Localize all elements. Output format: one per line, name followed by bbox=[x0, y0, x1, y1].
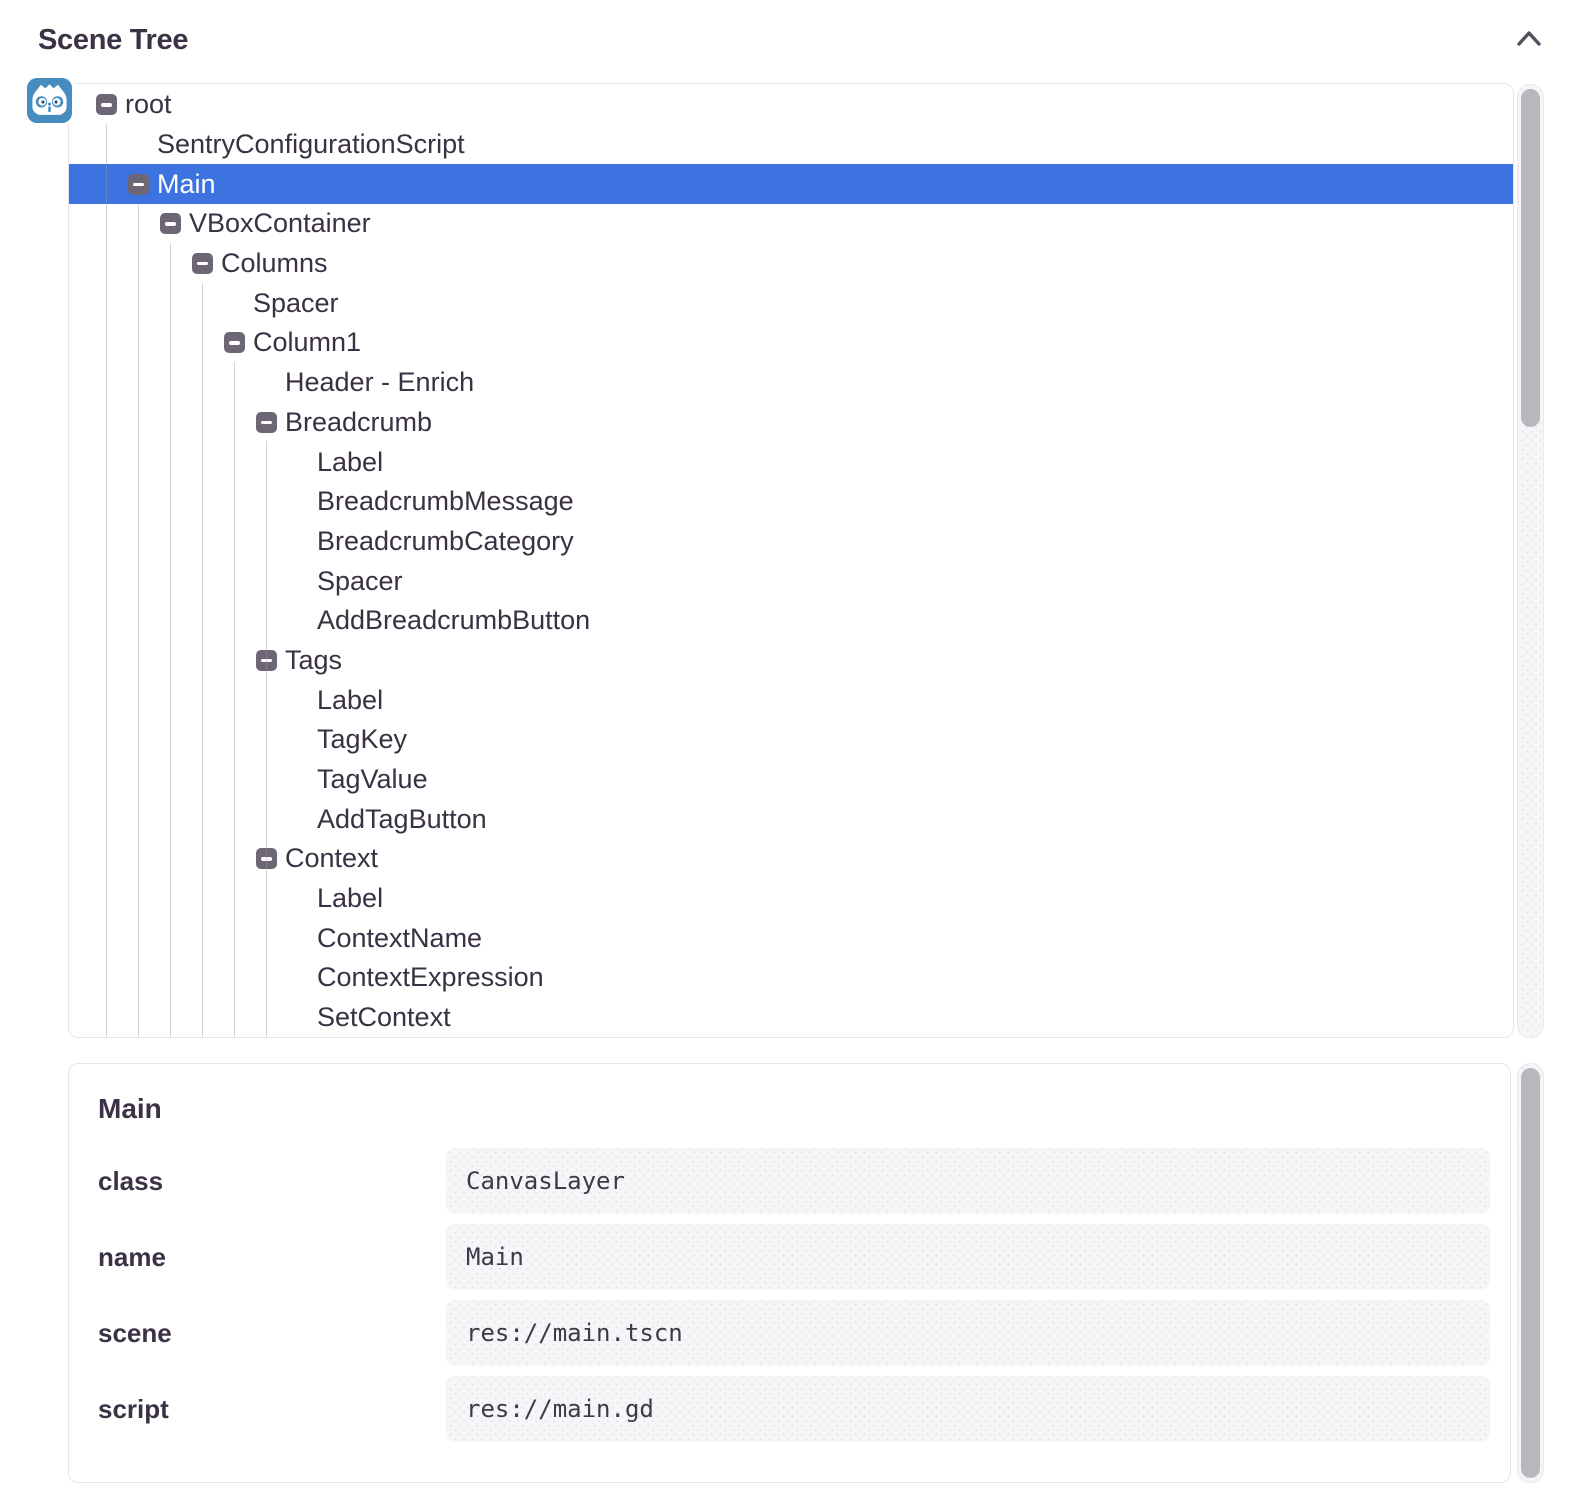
tree-node-label: SetContext bbox=[317, 1002, 451, 1033]
tree-node-label: Label bbox=[317, 447, 383, 478]
tree-node[interactable]: AddTagButton bbox=[69, 799, 1513, 839]
tree-node[interactable]: Label bbox=[69, 879, 1513, 919]
tree-node-label: AddTagButton bbox=[317, 804, 487, 835]
minus-toggle-icon[interactable] bbox=[256, 848, 277, 869]
tree-node-label: AddBreadcrumbButton bbox=[317, 605, 590, 636]
tree-node-label: TagKey bbox=[317, 724, 407, 755]
minus-toggle-icon[interactable] bbox=[256, 650, 277, 671]
minus-toggle-icon[interactable] bbox=[96, 94, 117, 115]
tree-node-label: BreadcrumbCategory bbox=[317, 526, 574, 557]
field-label: name bbox=[98, 1242, 446, 1273]
tree-scrollbar-track[interactable] bbox=[1517, 84, 1544, 1038]
tree-node[interactable]: SetContext bbox=[69, 998, 1513, 1038]
node-details-panel: Main classCanvasLayernameMainsceneres://… bbox=[68, 1063, 1511, 1483]
tree-node-label: TagValue bbox=[317, 764, 428, 795]
field-label: script bbox=[98, 1394, 446, 1425]
tree-scrollbar-thumb[interactable] bbox=[1521, 89, 1540, 427]
tree-node[interactable]: ContextName bbox=[69, 918, 1513, 958]
tree-node[interactable]: Spacer bbox=[69, 561, 1513, 601]
tree-node[interactable]: TagKey bbox=[69, 720, 1513, 760]
detail-field-row: classCanvasLayer bbox=[98, 1148, 1490, 1214]
tree-node[interactable]: BreadcrumbCategory bbox=[69, 522, 1513, 562]
tree-node[interactable]: SentryConfigurationScript bbox=[69, 125, 1513, 165]
detail-field-row: sceneres://main.tscn bbox=[98, 1300, 1490, 1366]
tree-node-label: root bbox=[125, 89, 172, 120]
field-value: res://main.tscn bbox=[446, 1300, 1490, 1366]
tree-node-label: Breadcrumb bbox=[285, 407, 432, 438]
tree-node[interactable]: BreadcrumbMessage bbox=[69, 482, 1513, 522]
minus-toggle-icon[interactable] bbox=[160, 213, 181, 234]
tree-node[interactable]: Main bbox=[69, 164, 1513, 204]
field-value: Main bbox=[446, 1224, 1490, 1290]
tree-node[interactable]: AddBreadcrumbButton bbox=[69, 601, 1513, 641]
tree-node[interactable]: Label bbox=[69, 442, 1513, 482]
minus-toggle-icon[interactable] bbox=[256, 412, 277, 433]
tree-node-label: ContextName bbox=[317, 923, 482, 954]
field-value: res://main.gd bbox=[446, 1376, 1490, 1442]
tree-node[interactable]: Spacer bbox=[69, 283, 1513, 323]
tree-node-label: ContextExpression bbox=[317, 962, 544, 993]
tree-node-label: Label bbox=[317, 685, 383, 716]
tree-node-label: Context bbox=[285, 843, 378, 874]
tree-node[interactable]: VBoxContainer bbox=[69, 204, 1513, 244]
tree-node[interactable]: Breadcrumb bbox=[69, 403, 1513, 443]
minus-toggle-icon[interactable] bbox=[192, 253, 213, 274]
tree-node-label: Spacer bbox=[253, 288, 339, 319]
tree-node[interactable]: Column1 bbox=[69, 323, 1513, 363]
field-value: CanvasLayer bbox=[446, 1148, 1490, 1214]
detail-field-row: nameMain bbox=[98, 1224, 1490, 1290]
minus-toggle-icon[interactable] bbox=[224, 332, 245, 353]
scene-tree-page: Scene Tree root SentryConfigurationScript… bbox=[0, 0, 1578, 1506]
chevron-up-icon bbox=[1512, 26, 1546, 52]
minus-toggle-icon[interactable] bbox=[128, 174, 149, 195]
tree-node[interactable]: root bbox=[69, 85, 1513, 125]
tree-node-label: Column1 bbox=[253, 327, 361, 358]
tree-node[interactable]: ContextExpression bbox=[69, 958, 1513, 998]
tree-node-label: Tags bbox=[285, 645, 342, 676]
tree-node[interactable]: TagValue bbox=[69, 760, 1513, 800]
tree-node-label: Header - Enrich bbox=[285, 367, 474, 398]
tree-node-label: SentryConfigurationScript bbox=[157, 129, 465, 160]
godot-icon bbox=[27, 78, 72, 123]
tree-node[interactable]: Header - Enrich bbox=[69, 363, 1513, 403]
details-scrollbar-thumb[interactable] bbox=[1521, 1068, 1540, 1478]
tree-node-label: Main bbox=[157, 169, 216, 200]
tree-node[interactable]: Tags bbox=[69, 641, 1513, 681]
tree-node-label: BreadcrumbMessage bbox=[317, 486, 574, 517]
tree-node[interactable]: Columns bbox=[69, 244, 1513, 284]
field-label: class bbox=[98, 1166, 446, 1197]
collapse-section-button[interactable] bbox=[1512, 26, 1546, 52]
tree-node[interactable]: Context bbox=[69, 839, 1513, 879]
details-title: Main bbox=[98, 1094, 1490, 1124]
tree-node-label: Label bbox=[317, 883, 383, 914]
tree-node-label: VBoxContainer bbox=[189, 208, 371, 239]
scene-tree-panel: root SentryConfigurationScript Main VBoxCon… bbox=[68, 83, 1514, 1038]
tree-node-label: Columns bbox=[221, 248, 328, 279]
tree-node[interactable]: Label bbox=[69, 680, 1513, 720]
tree-node-label: Spacer bbox=[317, 566, 403, 597]
page-title: Scene Tree bbox=[38, 24, 188, 57]
details-scrollbar-track[interactable] bbox=[1517, 1063, 1544, 1483]
detail-field-row: scriptres://main.gd bbox=[98, 1376, 1490, 1442]
field-label: scene bbox=[98, 1318, 446, 1349]
